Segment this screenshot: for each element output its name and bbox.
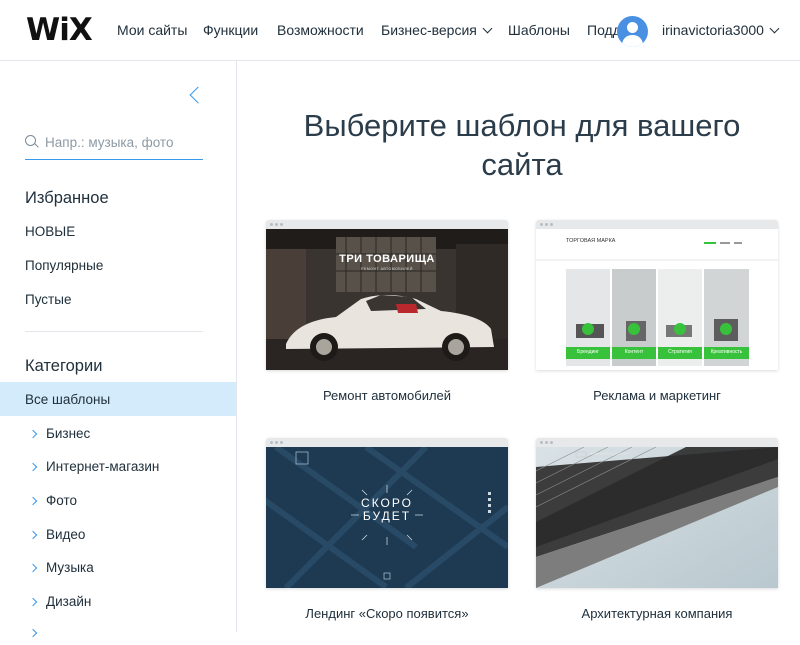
browser-chrome <box>536 220 778 229</box>
category-label: Все шаблоны <box>25 392 111 407</box>
category-label: Видео <box>46 527 86 542</box>
sidebar: Избранное НОВЫЕ Популярные Пустые Катего… <box>0 61 237 638</box>
category-label: Интернет-магазин <box>46 459 160 474</box>
category-label: Музыка <box>46 560 94 575</box>
favorite-popular[interactable]: Популярные <box>25 258 103 273</box>
user-icon-body <box>622 35 643 47</box>
template-name: Архитектурная компания <box>581 606 733 621</box>
page-title-line2: сайта <box>481 147 563 182</box>
wix-logo[interactable]: WiX <box>26 14 93 46</box>
chevron-right-icon <box>28 597 38 607</box>
template-card-coming-soon[interactable]: СКОРО БУДЕТ Лендинг «Скоро появится» <box>266 438 508 621</box>
thumb-subtitle: РЕМОНТ АВТОМОБИЛЕЙ <box>361 267 413 271</box>
category-label: Дизайн <box>46 594 92 609</box>
car-repair-preview-image <box>266 229 508 370</box>
category-label: Бизнес <box>46 426 91 441</box>
template-name: Ремонт автомобилей <box>322 388 452 403</box>
chevron-right-icon <box>28 496 38 506</box>
chevron-right-icon <box>28 429 38 439</box>
thumb-tag: Брендинг <box>577 349 599 355</box>
favorites-title: Избранное <box>25 189 109 207</box>
template-thumbnail: СКОРО БУДЕТ <box>266 438 508 588</box>
user-icon <box>627 22 638 33</box>
thumb-tag: Контент <box>624 349 644 355</box>
chevron-down-icon <box>482 23 493 34</box>
username: irinavictoria3000 <box>662 22 764 38</box>
nav-features[interactable]: Функции <box>203 22 258 38</box>
thumb-tag: Стратегия <box>668 349 692 355</box>
nav-my-sites[interactable]: Мои сайты <box>117 22 187 38</box>
chevron-right-icon <box>28 462 38 472</box>
search-box <box>25 130 203 160</box>
search-icon <box>25 135 36 146</box>
user-menu[interactable]: irinavictoria3000 <box>662 22 780 38</box>
page-title-line1: Выберите шаблон для вашего <box>303 108 741 143</box>
thumb-title: МИКЕЛАНДЖЕЛО <box>590 451 629 456</box>
thumb-title: ТРИ ТОВАРИЩА <box>339 253 435 265</box>
categories-title: Категории <box>25 357 103 375</box>
thumb-tag: Креативность <box>710 349 743 355</box>
nav-business-label: Бизнес-версия <box>381 22 477 38</box>
browser-chrome <box>266 220 508 229</box>
template-thumbnail: МИКЕЛАНДЖЕЛО <box>536 438 778 588</box>
chevron-right-icon <box>28 628 38 638</box>
template-card-architecture[interactable]: МИКЕЛАНДЖЕЛО Архитектурная компания <box>536 438 778 621</box>
architecture-preview-image <box>536 447 778 588</box>
thumb-title: СКОРО <box>361 496 413 510</box>
template-name: Реклама и маркетинг <box>593 388 721 403</box>
top-bar: WiX Мои сайты Функции Возможности Бизнес… <box>0 0 800 61</box>
avatar[interactable] <box>617 16 648 47</box>
search-input[interactable] <box>45 131 203 153</box>
collapse-sidebar-icon[interactable] <box>189 86 207 104</box>
category-all-templates[interactable]: Все шаблоны <box>0 382 236 416</box>
nav-support[interactable]: Подд <box>587 22 621 38</box>
category-label: Фото <box>46 493 78 508</box>
nav-templates[interactable]: Шаблоны <box>508 22 570 38</box>
favorite-new[interactable]: НОВЫЕ <box>25 224 75 239</box>
nav-business[interactable]: Бизнес-версия <box>381 22 493 38</box>
chevron-right-icon <box>28 530 38 540</box>
browser-chrome <box>536 438 778 447</box>
template-thumbnail: ТОРГОВАЯ МАРКА Брендинг Контент Стратеги… <box>536 220 778 370</box>
browser-chrome <box>266 438 508 447</box>
divider <box>25 331 203 332</box>
chevron-down-icon <box>769 23 780 34</box>
template-card-advertising[interactable]: ТОРГОВАЯ МАРКА Брендинг Контент Стратеги… <box>536 220 778 403</box>
template-name: Лендинг «Скоро появится» <box>305 606 469 621</box>
chevron-right-icon <box>28 563 38 573</box>
thumb-title: ТОРГОВАЯ МАРКА <box>566 238 616 244</box>
favorite-blank[interactable]: Пустые <box>25 292 71 307</box>
template-card-car-repair[interactable]: ТРИ ТОВАРИЩА РЕМОНТ АВТОМОБИЛЕЙ Ремонт а… <box>266 220 508 403</box>
page-title: Выберите шаблон для вашего сайта <box>262 106 782 184</box>
thumb-title-2: БУДЕТ <box>362 509 412 523</box>
nav-capabilities[interactable]: Возможности <box>277 22 364 38</box>
template-thumbnail: ТРИ ТОВАРИЩА РЕМОНТ АВТОМОБИЛЕЙ <box>266 220 508 370</box>
